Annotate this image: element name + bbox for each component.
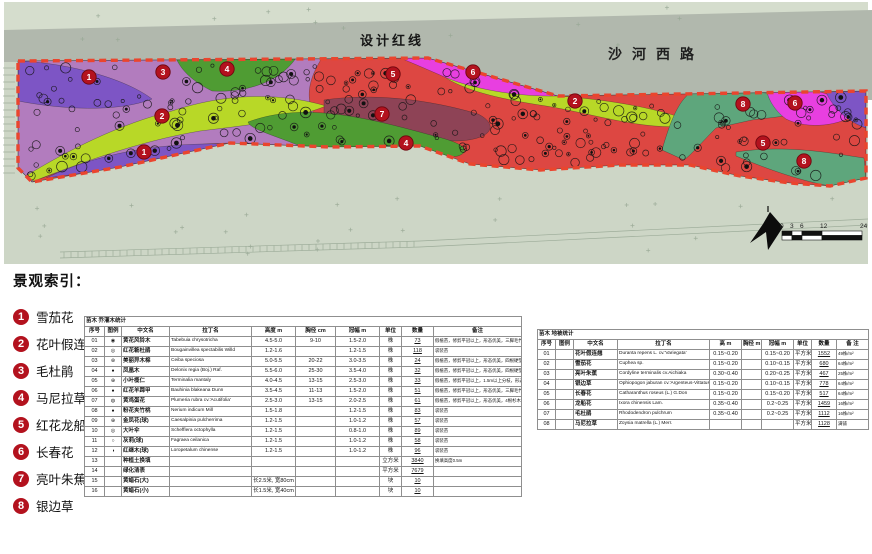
table-row: 06●红花羊蹄甲Bauhinia blakeana Dunn3.5-4.511-… — [85, 387, 522, 397]
table-row: 16黄蜡石(小)长1.5米, 宽40cm块10 — [85, 487, 522, 497]
svg-text:1: 1 — [87, 72, 92, 82]
table-row: 01花叶假连翘Duranta repens L. cv.'Variegata'0… — [538, 350, 869, 360]
table-row: 03亮叶朱蕉Cordyline terminalis cv.Aichiaka0.… — [538, 370, 869, 380]
scale-tick-label: 24 — [860, 223, 868, 230]
table-row: 01◉黄花风铃木Tabebuia chrysotricha4.5-5.09-10… — [85, 337, 522, 347]
svg-text:8: 8 — [741, 99, 746, 109]
table-row: 14绿化清表平方米7679 — [85, 467, 522, 477]
svg-text:2: 2 — [160, 111, 165, 121]
zone-marker: 7 — [375, 107, 389, 121]
svg-text:5: 5 — [761, 138, 766, 148]
table-title-row: 苗木 乔灌木统计 — [85, 317, 522, 327]
table-row: 10◎大叶伞Schefflera octophylla1.2-1.50.8-1.… — [85, 427, 522, 437]
zone-marker: 5 — [756, 136, 770, 150]
index-badge: 5 — [13, 417, 29, 433]
svg-text:5: 5 — [391, 69, 396, 79]
zone-marker: 8 — [736, 97, 750, 111]
svg-text:4: 4 — [404, 138, 409, 148]
zone-marker: 1 — [137, 145, 151, 159]
index-label: 马尼拉草 — [36, 388, 86, 407]
index-label: 亮叶朱蕉 — [36, 469, 86, 488]
svg-text:6: 6 — [793, 98, 798, 108]
zone-marker: 5 — [386, 67, 400, 81]
zone-marker: 6 — [466, 65, 480, 79]
scale-tick-label: 6 — [800, 223, 804, 230]
table-row: 06龙船花Ixora chinensis Lam.0.35~0.400.2~0.… — [538, 400, 869, 410]
table-row: 02雪茄花Cuphea sp.0.15~0.200.10~0.15平方米6806… — [538, 360, 869, 370]
svg-text:8: 8 — [802, 156, 807, 166]
index-badge: 8 — [13, 498, 29, 514]
table-row: 05长春花Catharanthus roseus (L.) G.Don0.15~… — [538, 390, 869, 400]
table-row: 04银边草Ophiopogon jaburan cv.'Argenteus-Vi… — [538, 380, 869, 390]
index-title: 景观索引： — [13, 270, 99, 291]
design-redline-label: 设计红线 — [360, 30, 424, 49]
drawing-sheet: 036122413456271428658 设计红线 沙河西路 景观索引： 1雪… — [0, 0, 872, 554]
zone-marker: 1 — [82, 70, 96, 84]
index-badge: 7 — [13, 471, 29, 487]
svg-text:7: 7 — [380, 109, 385, 119]
index-label: 毛杜鹃 — [36, 361, 74, 380]
index-badge: 3 — [13, 363, 29, 379]
svg-text:6: 6 — [471, 67, 476, 77]
index-badge: 1 — [13, 309, 29, 325]
tree-shrub-table: 苗木 乔灌木统计序号图例中文名拉丁名高度 m胸径 cm冠幅 m单位数量备注01◉… — [84, 316, 522, 497]
table-row: 15黄蜡石(大)长2.5米, 宽80cm块10 — [85, 477, 522, 487]
scale-tick-label: 3 — [790, 223, 794, 230]
scale-tick-label: 12 — [820, 223, 828, 230]
table-row: 02◎红花簕杜鹃Bougainvillea spectabilis Willd1… — [85, 347, 522, 357]
zone-marker: 3 — [156, 65, 170, 79]
table-row: 05⊕小叶榄仁Terminalia mantaly4.0-4.513-152.5… — [85, 377, 522, 387]
road-name-label: 沙河西路 — [608, 44, 704, 64]
zone-marker: 4 — [220, 62, 234, 76]
svg-text:4: 4 — [225, 64, 230, 74]
index-label: 长春花 — [36, 442, 74, 461]
site-plan: 036122413456271428658 设计红线 沙河西路 — [0, 0, 872, 267]
zone-marker: 6 — [788, 96, 802, 110]
table-row: 07◍黄鸡蛋花Plumeria rubra cv.'Acutifolia'2.5… — [85, 397, 522, 407]
table-row: 03⊛美丽异木棉Ceiba speciosa5.0-5.520-223.0-3.… — [85, 357, 522, 367]
table-row: 08马尼拉草Zoysia matrella (L.) Merr.平方米1128满… — [538, 420, 869, 430]
svg-text:1: 1 — [142, 147, 147, 157]
table-row: 04●凤凰木Delonix regia (Boj.) Raf.5.5-6.025… — [85, 367, 522, 377]
zone-marker: 2 — [155, 109, 169, 123]
table-row: 13种植土换填立方米3840换填高度0.5m — [85, 457, 522, 467]
zone-marker: 4 — [399, 136, 413, 150]
table-title-row: 苗木 地被统计 — [538, 330, 869, 340]
table-row: 09⊕金凤花(球)Caesalpinia pulcherrima1.2-1.51… — [85, 417, 522, 427]
svg-text:3: 3 — [161, 67, 166, 77]
table-header-row: 序号图例中文名拉丁名高度 m胸径 cm冠幅 m单位数量备注 — [85, 327, 522, 337]
table-row: 12◑红继木(球)Loropetalum chinense1.2-1.51.0-… — [85, 447, 522, 457]
table-header-row: 序号图例中文名拉丁名高 m胸径 m冠幅 m单位数量备 注 — [538, 340, 869, 350]
index-label: 银边草 — [36, 496, 74, 515]
zone-marker: 8 — [797, 154, 811, 168]
index-badge: 4 — [13, 390, 29, 406]
scale-tick-label: 0 — [780, 223, 784, 230]
groundcover-table: 苗木 地被统计序号图例中文名拉丁名高 m胸径 m冠幅 m单位数量备 注01花叶假… — [537, 329, 869, 430]
table-row: 07毛杜鹃Rhododendron pulchrum0.35~0.400.2~0… — [538, 410, 869, 420]
table-row: 11○灰莉(球)Fagraea ceilanica1.2-1.51.0-1.2株… — [85, 437, 522, 447]
index-label: 雪茄花 — [36, 307, 74, 326]
svg-text:2: 2 — [573, 96, 578, 106]
table-row: 08●粉花夹竹桃Nerium indicum Mill1.5-1.81.2-1.… — [85, 407, 522, 417]
zone-marker: 2 — [568, 94, 582, 108]
plan-canvas: 036122413456271428658 — [0, 0, 872, 267]
index-badge: 2 — [13, 336, 29, 352]
index-badge: 6 — [13, 444, 29, 460]
